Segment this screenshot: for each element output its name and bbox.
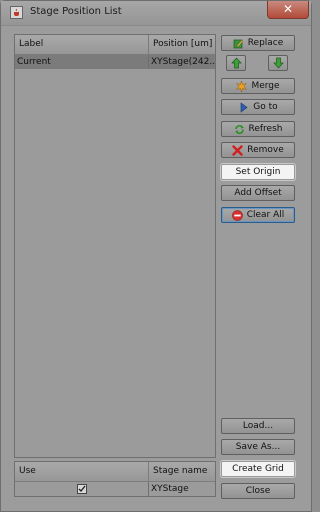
- stage-name-cell[interactable]: XYStage: [149, 482, 215, 496]
- refresh-label: Refresh: [248, 124, 283, 134]
- close-button[interactable]: Close: [221, 483, 295, 499]
- load-button[interactable]: Load...: [221, 418, 295, 434]
- close-icon: ✕: [282, 2, 294, 16]
- close-label: Close: [245, 486, 271, 496]
- remove-button[interactable]: Remove: [221, 142, 295, 158]
- move-up-button[interactable]: [226, 55, 246, 71]
- merge-button[interactable]: Merge: [221, 78, 295, 94]
- column-header-use[interactable]: Use: [15, 462, 149, 481]
- stage-table[interactable]: Use Stage name XYStage: [14, 461, 216, 497]
- stage-position-list-window: Stage Position List ✕ Label Position [um…: [0, 0, 312, 512]
- row-position-cell[interactable]: XYStage(242...: [149, 55, 215, 69]
- edit-icon: [233, 38, 244, 49]
- use-cell[interactable]: [15, 482, 149, 496]
- clear-all-label: Clear All: [246, 210, 285, 220]
- arrow-down-icon: [273, 57, 284, 69]
- position-list-table[interactable]: Label Position [um] Current XYStage(242.…: [14, 34, 216, 458]
- red-x-icon: [232, 144, 243, 156]
- refresh-button[interactable]: Refresh: [221, 121, 295, 137]
- remove-label: Remove: [247, 145, 284, 155]
- refresh-icon: [234, 124, 245, 135]
- no-entry-icon: [231, 209, 243, 221]
- add-offset-button[interactable]: Add Offset: [221, 185, 295, 201]
- save-as-button[interactable]: Save As...: [221, 439, 295, 455]
- clear-all-button[interactable]: Clear All: [221, 207, 295, 223]
- set-origin-button[interactable]: Set Origin: [221, 164, 295, 180]
- row-label-cell[interactable]: Current: [15, 55, 149, 69]
- stage-table-header: Use Stage name: [15, 462, 215, 482]
- table-row[interactable]: XYStage: [15, 482, 215, 496]
- save-as-label: Save As...: [235, 442, 281, 452]
- window-close-button[interactable]: ✕: [267, 1, 309, 19]
- replace-button[interactable]: Replace: [221, 35, 295, 51]
- window-title: Stage Position List: [30, 6, 122, 17]
- java-cup-icon: [10, 6, 23, 19]
- arrow-up-icon: [231, 57, 242, 69]
- replace-label: Replace: [247, 38, 284, 48]
- load-label: Load...: [242, 421, 274, 431]
- play-arrow-icon: [238, 101, 249, 113]
- goto-button[interactable]: Go to: [221, 99, 295, 115]
- goto-label: Go to: [253, 102, 278, 112]
- move-down-button[interactable]: [268, 55, 288, 71]
- column-header-stage-name[interactable]: Stage name: [149, 462, 215, 481]
- position-table-header: Label Position [um]: [15, 35, 215, 55]
- use-stage-checkbox[interactable]: [77, 484, 87, 494]
- title-bar[interactable]: Stage Position List ✕: [1, 1, 311, 26]
- add-offset-label: Add Offset: [234, 188, 282, 198]
- table-row[interactable]: Current XYStage(242...: [15, 55, 215, 69]
- column-header-position[interactable]: Position [um]: [149, 35, 215, 54]
- star-burst-icon: [236, 79, 248, 93]
- set-origin-label: Set Origin: [235, 167, 281, 177]
- column-header-label[interactable]: Label: [15, 35, 149, 54]
- create-grid-button[interactable]: Create Grid: [221, 461, 295, 477]
- create-grid-label: Create Grid: [232, 464, 284, 474]
- merge-label: Merge: [251, 81, 280, 91]
